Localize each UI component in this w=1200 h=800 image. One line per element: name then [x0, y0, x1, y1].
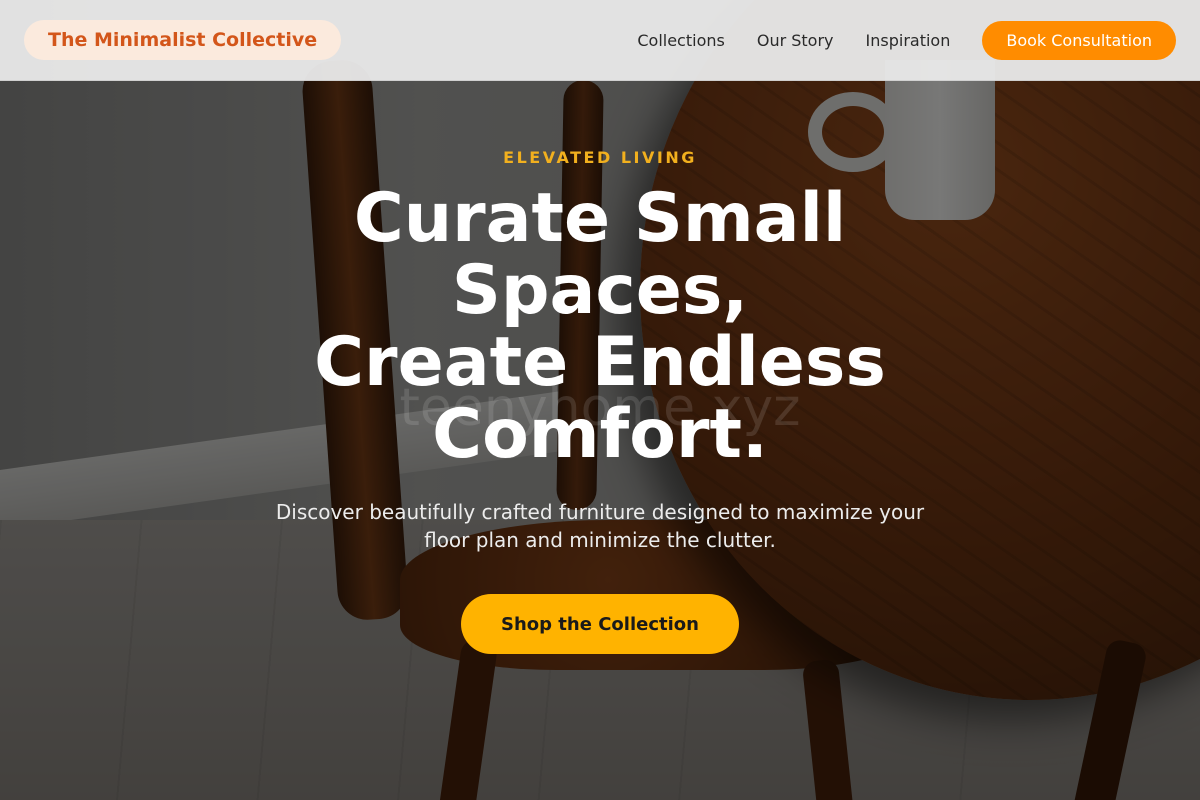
hero-section: ELEVATED LIVING teenyhome.xyz Curate Sma…: [0, 81, 1200, 800]
book-consultation-button[interactable]: Book Consultation: [982, 20, 1176, 60]
headline-line-1: Curate Small: [353, 179, 847, 258]
headline-line-2: Spaces,: [451, 251, 749, 330]
landing-page: The Minimalist Collective Collections Ou…: [0, 0, 1200, 800]
headline-line-4: Comfort.: [432, 395, 768, 474]
brand-logo-link[interactable]: The Minimalist Collective: [24, 20, 342, 60]
nav-link-collections[interactable]: Collections: [637, 31, 724, 50]
hero-eyebrow: ELEVATED LIVING: [503, 148, 697, 167]
hero-headline: Curate Small Spaces, Create Endless Comf…: [260, 183, 940, 471]
nav-link-inspiration[interactable]: Inspiration: [866, 31, 951, 50]
hero-subcopy: Discover beautifully crafted furniture d…: [275, 500, 925, 552]
main-nav: Collections Our Story Inspiration Book C…: [637, 20, 1176, 60]
nav-link-our-story[interactable]: Our Story: [757, 31, 834, 50]
shop-collection-button[interactable]: Shop the Collection: [461, 594, 739, 654]
headline-line-3: Create Endless: [314, 323, 886, 402]
site-header: The Minimalist Collective Collections Ou…: [0, 0, 1200, 81]
